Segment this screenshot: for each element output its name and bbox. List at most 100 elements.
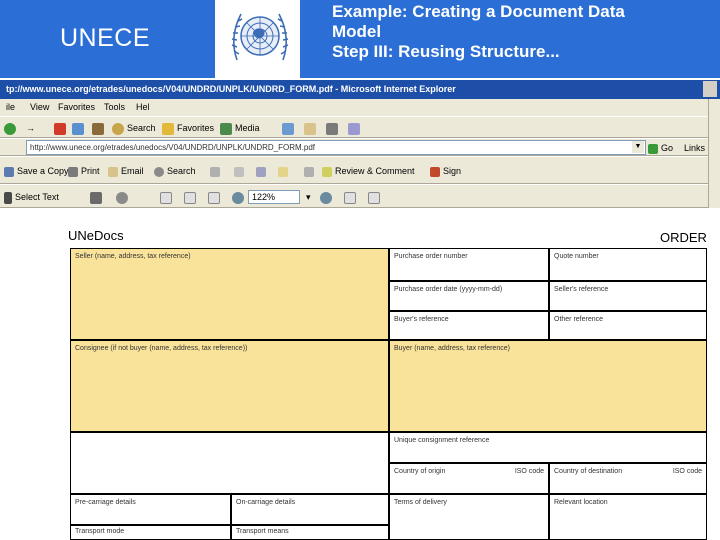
edit-button[interactable] [348,121,363,135]
review-comment-label: Review & Comment [335,166,415,176]
menu-favorites[interactable]: Favorites [58,99,95,116]
buyer-field[interactable]: Buyer (name, address, tax reference) [389,340,707,432]
actual-size-button[interactable] [160,190,175,204]
field-label: Relevant location [554,499,608,506]
history-button[interactable] [282,121,297,135]
sign-label: Sign [443,166,462,176]
consignee-extra-field[interactable] [70,432,389,494]
go-arrow-icon [648,143,658,154]
field-label: Terms of delivery [394,499,447,506]
snapshot-icon [90,191,102,204]
go-label: Go [661,143,674,153]
favorites-button[interactable]: Favorites [162,121,214,135]
consignment-reference-field[interactable]: Unique consignment reference [389,432,707,463]
transport-mode-field[interactable]: Transport mode [70,525,231,540]
mail-button[interactable] [304,121,319,135]
media-label: Media [235,123,260,133]
field-label: Purchase order date (yyyy-mm-dd) [394,286,503,293]
zoom-tool[interactable] [116,190,131,204]
pdf-search-button[interactable]: Search [154,164,196,178]
fit-width-icon [208,191,220,204]
actual-size-icon [160,191,172,204]
field-label: Transport means [236,528,289,535]
field-label: ISO code [672,468,702,475]
media-button[interactable]: Media [220,121,260,135]
address-bar: http://www.unece.org/etrades/unedocs/V04… [0,138,720,156]
buyer-reference-field[interactable]: Buyer's reference [389,311,549,340]
print-button[interactable] [326,121,341,135]
stop-icon [54,122,66,135]
transport-means-field[interactable]: Transport means [231,525,389,540]
binoculars-icon [154,166,164,177]
pre-carriage-field[interactable]: Pre-carriage details [70,494,231,525]
terms-delivery-field[interactable]: Terms of delivery [389,494,549,540]
menu-file[interactable]: ile [6,99,15,116]
menu-view[interactable]: View [30,99,49,116]
print-label: Print [81,166,100,176]
quote-number-field[interactable]: Quote number [549,248,707,281]
menu-help[interactable]: Hel [136,99,150,116]
links-button[interactable]: Links [684,141,705,155]
address-dropdown-icon[interactable]: ▼ [632,141,644,153]
attach-button[interactable] [304,164,317,178]
save-copy-button[interactable]: Save a Copy [4,164,69,178]
refresh-button[interactable] [72,121,87,135]
slide-title-line: Model [332,22,382,41]
home-button[interactable] [92,121,107,135]
fit-width-button[interactable] [208,190,223,204]
pages-icon [234,166,244,177]
single-page-button[interactable] [344,190,359,204]
back-button[interactable] [4,121,19,135]
print-pdf-button[interactable]: Print [68,164,100,178]
document-brand: UNeDocs [68,228,124,243]
notes-button[interactable] [278,164,291,178]
po-date-field[interactable]: Purchase order date (yyyy-mm-dd) [389,281,549,311]
po-number-field[interactable]: Purchase order number [389,248,549,281]
zoom-glass-icon [116,191,128,204]
zoom-field[interactable]: 122% [248,190,300,204]
consignee-field[interactable]: Consignee (if not buyer (name, address, … [70,340,389,432]
seller-field[interactable]: Seller (name, address, tax reference) [70,248,389,340]
sign-button[interactable]: Sign [430,164,461,178]
field-label: Other reference [554,316,604,323]
review-comment-button[interactable]: Review & Comment [322,164,415,178]
search-button[interactable]: Search [112,121,156,135]
snapshot-tool[interactable] [90,190,105,204]
document-type: ORDER [660,230,707,245]
chrome-scrollbar[interactable] [708,99,720,208]
history-icon [282,122,294,135]
refresh-icon [72,122,84,135]
zoom-dropdown[interactable]: ▾ [306,190,311,204]
window-close-button[interactable] [703,81,717,97]
zoom-in-button[interactable] [320,190,335,204]
pdf-document: UNeDocs ORDER Seller (name, address, tax… [0,208,720,540]
address-input[interactable]: http://www.unece.org/etrades/unedocs/V04… [26,140,646,155]
continuous-button[interactable] [368,190,383,204]
printer-icon [68,166,78,177]
country-destination-field[interactable]: Country of destination ISO code [549,463,707,494]
forward-button[interactable]: → [26,121,35,135]
menu-tools[interactable]: Tools [104,99,125,116]
menu-bar: ile View Favorites Tools Hel [0,99,720,116]
other-reference-field[interactable]: Other reference [549,311,707,340]
select-text-tool[interactable]: Select Text [4,190,59,204]
email-button[interactable]: Email [108,164,144,178]
country-origin-field[interactable]: Country of origin ISO code [389,463,549,494]
undo-button[interactable] [210,164,223,178]
on-carriage-field[interactable]: On-carriage details [231,494,389,525]
single-page-icon [344,191,356,204]
field-label: Country of destination [554,468,623,475]
media-icon [220,122,232,135]
pages-button[interactable] [234,164,247,178]
zoom-out-button[interactable] [232,190,247,204]
fit-page-button[interactable] [184,190,199,204]
doc-button[interactable] [256,164,269,178]
seller-reference-field[interactable]: Seller's reference [549,281,707,311]
relevant-location-field[interactable]: Relevant location [549,494,707,540]
field-label: Buyer (name, address, tax reference) [394,345,510,352]
pdf-search-label: Search [167,166,196,176]
go-button[interactable]: Go [648,141,673,155]
edit-icon [348,122,360,135]
stop-button[interactable] [54,121,69,135]
field-label: Unique consignment reference [394,437,490,444]
